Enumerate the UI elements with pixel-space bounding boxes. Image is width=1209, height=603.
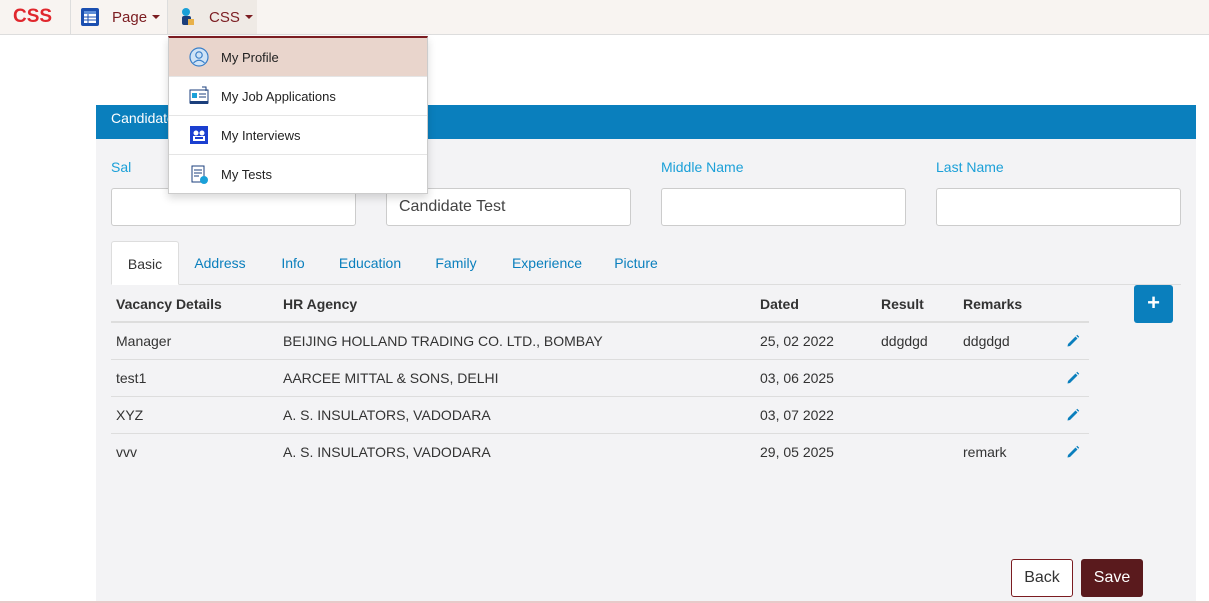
menu-item-my-tests[interactable]: My Tests [169,155,427,194]
cell-vacancy: test1 [116,370,147,386]
header-dated: Dated [760,296,799,312]
user-icon [177,7,197,27]
cell-agency: A. S. INSULATORS, VADODARA [283,444,491,460]
tests-icon [189,165,209,185]
cell-result: ddgdgd [881,333,928,349]
tab-education[interactable]: Education [327,241,413,285]
middle-name-input[interactable] [661,188,906,226]
back-button[interactable]: Back [1011,559,1073,597]
cell-remarks: ddgdgd [963,333,1010,349]
tab-address[interactable]: Address [183,241,257,285]
table-header-row: Vacancy Details HR Agency Dated Result R… [111,286,1089,323]
cell-remarks: remark [963,444,1007,460]
cell-dated: 29, 05 2025 [760,444,834,460]
chevron-down-icon [244,15,253,19]
tab-family[interactable]: Family [421,241,491,285]
cell-dated: 25, 02 2022 [760,333,834,349]
sal-label: Sal [111,159,132,175]
job-applications-icon [189,86,209,106]
table-icon [80,7,100,27]
tab-experience[interactable]: Experience [499,241,595,285]
table-row: vvv A. S. INSULATORS, VADODARA 29, 05 20… [111,434,1089,471]
tab-info[interactable]: Info [267,241,319,285]
brand-logo[interactable]: CSS [0,0,71,34]
page-menu-label: Page [112,8,148,26]
add-row-button[interactable]: + [1134,285,1173,323]
cell-dated: 03, 07 2022 [760,407,834,423]
menu-item-label: My Job Applications [221,88,336,104]
profile-icon [189,47,209,67]
header-hr-agency: HR Agency [283,296,358,312]
css-menu-label: CSS [209,8,240,26]
table-row: test1 AARCEE MITTAL & SONS, DELHI 03, 06… [111,360,1089,397]
chevron-down-icon [152,15,161,19]
interviews-icon [189,125,209,145]
cell-vacancy: XYZ [116,407,144,423]
page-menu[interactable]: Page [72,0,168,34]
menu-item-my-profile[interactable]: My Profile [169,38,427,77]
css-menu[interactable]: CSS [168,0,257,34]
table-row: Manager BEIJING HOLLAND TRADING CO. LTD.… [111,323,1089,360]
css-dropdown-menu: My Profile My Job Applications My Interv… [168,36,428,194]
cell-dated: 03, 06 2025 [760,370,834,386]
cell-vacancy: Manager [116,333,172,349]
tab-picture[interactable]: Picture [603,241,669,285]
header-remarks: Remarks [963,296,1023,312]
last-name-input[interactable] [936,188,1181,226]
tab-basic[interactable]: Basic [111,241,179,285]
edit-icon[interactable] [1066,397,1080,435]
top-navbar: CSS Page CSS [0,0,1209,35]
cell-vacancy: vvv [116,444,137,460]
middle-name-label: Middle Name [661,159,744,175]
tab-bar: Basic Address Info Education Family Expe… [111,241,1181,285]
vacancy-table: Vacancy Details HR Agency Dated Result R… [111,286,1089,471]
header-result: Result [881,296,924,312]
edit-icon[interactable] [1066,323,1080,361]
cell-agency: A. S. INSULATORS, VADODARA [283,407,491,423]
cell-agency: BEIJING HOLLAND TRADING CO. LTD., BOMBAY [283,333,603,349]
last-name-label: Last Name [936,159,1004,175]
header-vacancy-details: Vacancy Details [116,296,222,312]
edit-icon[interactable] [1066,434,1080,472]
table-row: XYZ A. S. INSULATORS, VADODARA 03, 07 20… [111,397,1089,434]
menu-item-my-interviews[interactable]: My Interviews [169,116,427,155]
menu-item-label: My Interviews [221,127,301,143]
menu-item-label: My Tests [221,167,273,182]
menu-item-my-job-applications[interactable]: My Job Applications [169,77,427,116]
menu-item-label: My Profile [221,49,279,65]
cell-agency: AARCEE MITTAL & SONS, DELHI [283,370,499,386]
edit-icon[interactable] [1066,360,1080,398]
save-button[interactable]: Save [1081,559,1143,597]
